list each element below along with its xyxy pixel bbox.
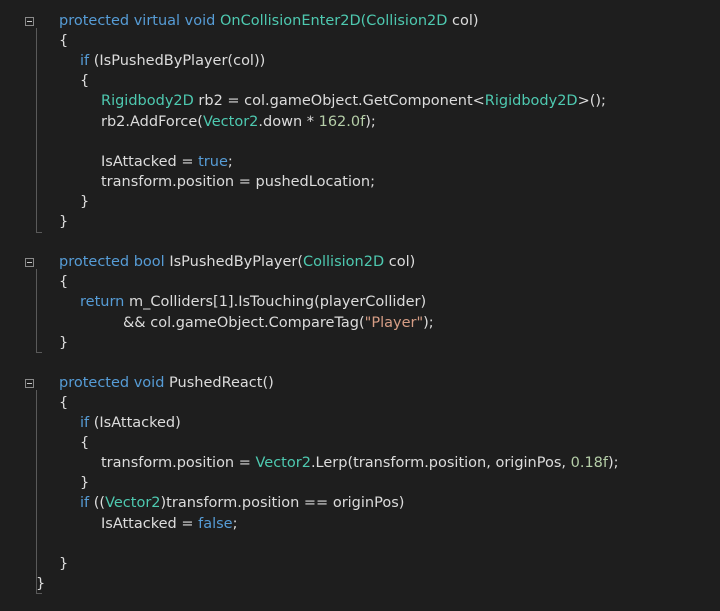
code-line[interactable]: } xyxy=(59,212,68,232)
code-token: { xyxy=(80,435,90,452)
code-token: true xyxy=(198,153,228,170)
code-token: Collision2D xyxy=(366,13,448,29)
code-token: (IsPushedByPlayer(col)) xyxy=(89,53,266,70)
code-token: } xyxy=(80,193,90,210)
code-line[interactable]: } xyxy=(59,554,68,574)
code-token: Rigidbody2D xyxy=(101,93,194,110)
fold-guide xyxy=(36,269,37,353)
code-token: false xyxy=(198,515,233,532)
code-token: if xyxy=(80,53,90,70)
code-token: m_Colliders[1].IsTouching(playerCollider… xyxy=(124,294,427,311)
code-line[interactable]: && col.gameObject.CompareTag("Player"); xyxy=(123,313,434,333)
fold-guide-end xyxy=(36,352,42,353)
code-line[interactable]: protected void PushedReact() xyxy=(59,373,274,393)
code-token: .Lerp(transform.position, originPos, xyxy=(310,455,571,472)
code-token: ); xyxy=(608,455,619,472)
code-line[interactable]: rb2.AddForce(Vector2.down * 162.0f); xyxy=(101,112,376,132)
code-token: && col.gameObject.CompareTag( xyxy=(123,314,365,331)
code-token: "Player" xyxy=(364,314,424,331)
fold-guide-end xyxy=(36,232,42,233)
code-token: IsPushedByPlayer( xyxy=(169,254,303,271)
code-token: IsAttacked = xyxy=(101,153,199,170)
code-line[interactable]: { xyxy=(80,71,89,91)
code-token: if xyxy=(80,415,90,431)
code-line[interactable]: Rigidbody2D rb2 = col.gameObject.GetComp… xyxy=(101,91,606,111)
code-token: { xyxy=(59,274,69,291)
code-token: } xyxy=(36,575,46,592)
code-line[interactable]: if ((Vector2)transform.position == origi… xyxy=(80,493,404,513)
code-token: transform.position = pushedLocation; xyxy=(101,173,375,190)
code-token: } xyxy=(80,475,90,492)
code-token: (( xyxy=(89,495,106,512)
code-token: { xyxy=(59,33,69,50)
code-token: 162.0f xyxy=(318,113,366,130)
code-token: return xyxy=(80,294,125,311)
code-line[interactable]: { xyxy=(80,433,89,453)
code-line[interactable]: return m_Colliders[1].IsTouching(playerC… xyxy=(80,292,426,312)
code-token: { xyxy=(59,394,69,411)
code-line[interactable]: protected virtual void OnCollisionEnter2… xyxy=(59,11,479,31)
code-token: transform.position = xyxy=(101,455,256,472)
code-token: OnCollisionEnter2D( xyxy=(219,13,367,29)
code-line[interactable]: IsAttacked = false; xyxy=(101,514,238,534)
fold-guide xyxy=(36,390,37,594)
code-line[interactable]: } xyxy=(59,333,68,353)
code-token: rb2.AddForce( xyxy=(101,113,203,130)
code-token: Vector2 xyxy=(202,113,259,130)
code-token: ; xyxy=(227,153,233,170)
code-line[interactable]: transform.position = Vector2.Lerp(transf… xyxy=(101,453,619,473)
code-token: Rigidbody2D xyxy=(484,93,578,110)
code-line[interactable]: transform.position = pushedLocation; xyxy=(101,172,375,192)
code-line[interactable]: { xyxy=(59,31,68,51)
code-line[interactable]: } xyxy=(36,574,45,594)
code-token: ); xyxy=(365,113,376,130)
code-token: IsAttacked = xyxy=(101,515,199,532)
code-token: >(); xyxy=(577,93,606,110)
collapse-icon[interactable] xyxy=(25,258,34,267)
code-token: PushedReact() xyxy=(169,374,274,391)
code-line[interactable]: protected bool IsPushedByPlayer(Collisio… xyxy=(59,252,415,272)
code-token: protected void xyxy=(59,374,170,391)
code-line[interactable]: if (IsPushedByPlayer(col)) xyxy=(80,51,265,71)
code-token: if xyxy=(80,495,90,512)
code-token: ); xyxy=(423,314,434,331)
code-token: col) xyxy=(384,254,416,271)
code-token: } xyxy=(59,555,69,572)
fold-guide xyxy=(36,28,37,233)
code-token: 0.18f xyxy=(570,455,609,472)
code-token: Vector2 xyxy=(105,495,161,512)
code-line[interactable]: { xyxy=(59,393,68,413)
code-token: (IsAttacked) xyxy=(89,415,181,431)
collapse-icon[interactable] xyxy=(25,379,34,388)
code-token: } xyxy=(59,214,69,230)
code-line[interactable]: if (IsAttacked) xyxy=(80,413,181,433)
code-token: Vector2 xyxy=(255,455,311,472)
code-line[interactable]: } xyxy=(80,473,89,493)
code-token: col) xyxy=(447,13,479,29)
code-token: { xyxy=(80,73,90,90)
code-token: protected bool xyxy=(59,254,170,271)
code-token: ; xyxy=(232,515,238,532)
code-token: rb2 = col.gameObject.GetComponent< xyxy=(193,93,485,110)
collapse-icon[interactable] xyxy=(25,17,34,26)
code-token: )transform.position == originPos) xyxy=(160,495,405,512)
code-token: protected virtual void xyxy=(59,13,220,29)
code-line[interactable]: IsAttacked = true; xyxy=(101,152,233,172)
code-token: Collision2D xyxy=(303,254,385,271)
code-line[interactable]: { xyxy=(59,272,68,292)
code-line[interactable]: } xyxy=(80,192,89,212)
code-editor[interactable]: protected virtual void OnCollisionEnter2… xyxy=(0,0,720,611)
code-token: .down * xyxy=(258,113,319,130)
code-token: } xyxy=(59,334,69,351)
